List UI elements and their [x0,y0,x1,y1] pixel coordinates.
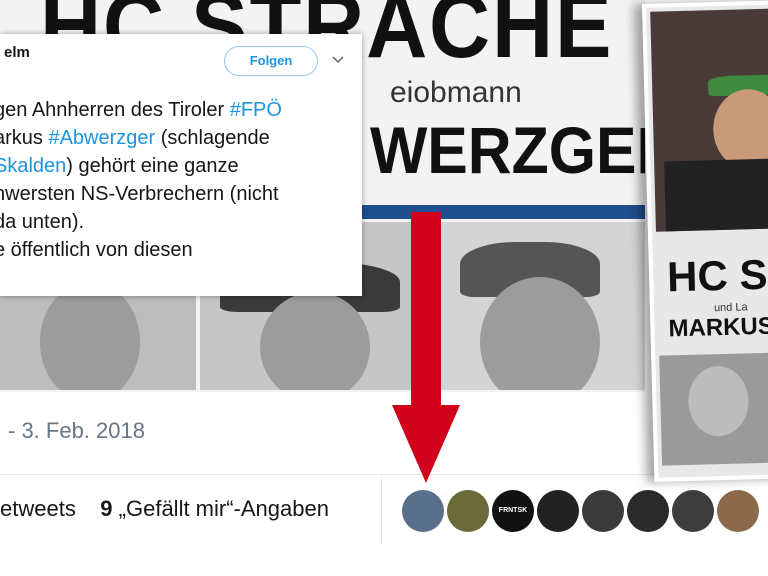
stats-separator [381,478,382,544]
avatar-3[interactable]: FRNTSK CPR [492,490,534,532]
side-poster-portrait [659,352,768,466]
likes-count[interactable]: 9 [100,496,112,521]
side-poster-headline: HC S [666,250,768,301]
hashtag-link[interactable]: #FPÖ [230,99,282,121]
avatar-1[interactable] [402,490,444,532]
divider [0,474,768,475]
tweet-stats: etweets 9 „Gefällt mir“-Angaben [0,496,329,522]
side-poster-photo [650,8,768,232]
avatar-6[interactable] [627,490,669,532]
avatar-5[interactable] [582,490,624,532]
avatar-7[interactable] [672,490,714,532]
side-poster-small: und La [713,301,748,315]
mention-link[interactable]: Skalden [0,155,66,177]
tweet-card: elm Folgen gen Ahnherren des Tiroler #FP… [0,34,362,296]
tweet-line: arkus #Abwerzger (schlagende [0,127,270,149]
poster-blue-bar [360,205,645,219]
tweet-author-name[interactable]: elm [4,44,30,61]
avatar-4[interactable] [537,490,579,532]
tweet-text: gen Ahnherren des Tiroler #FPÖ arkus #Ab… [0,96,282,264]
poster-name: WERZGER [370,113,645,187]
poster-subtitle: eiobmann [390,76,522,109]
follow-button[interactable]: Folgen [224,46,318,76]
hashtag-link[interactable]: #Abwerzger [48,127,155,149]
retweets-label[interactable]: etweets [0,496,76,521]
tweet-line: hwersten NS-Verbrechern (nicht [0,183,279,205]
avatar-8[interactable] [717,490,759,532]
tweet-line: e öffentlich von diesen [0,239,193,261]
red-arrow-shaft [411,212,441,412]
tweet-date[interactable]: - 3. Feb. 2018 [8,418,145,444]
chevron-down-icon[interactable] [332,52,344,67]
side-poster-name: MARKUS [668,312,768,343]
tweet-line: Skalden) gehört eine ganze [0,152,282,180]
red-arrow-head [392,405,460,483]
portrait-photo-3 [440,222,645,390]
tweet-line: da unten). [0,211,85,233]
likes-label[interactable]: „Gefällt mir“-Angaben [119,496,329,521]
tweet-line: gen Ahnherren des Tiroler #FPÖ [0,99,282,121]
side-poster: HC S und La MARKUS [642,0,768,482]
avatar-2[interactable] [447,490,489,532]
